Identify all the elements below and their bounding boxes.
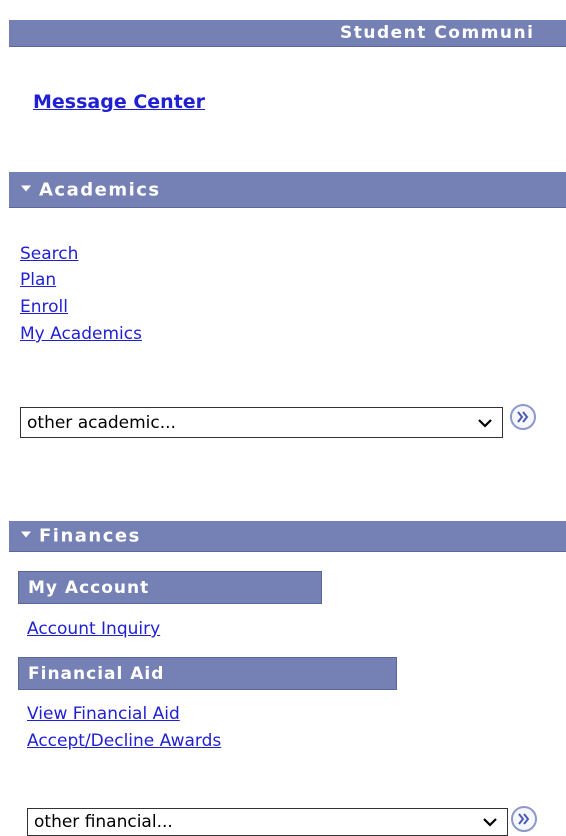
triangle-down-icon (21, 185, 31, 191)
chevron-down-icon (483, 812, 497, 832)
student-communication-header: Student Communi (9, 20, 566, 47)
other-academic-select[interactable]: other academic... (20, 407, 503, 438)
double-chevron-right-icon (517, 411, 529, 423)
my-account-header: My Account (18, 571, 322, 604)
financial-aid-header: Financial Aid (18, 657, 397, 690)
academics-link-search[interactable]: Search (20, 244, 78, 265)
double-chevron-right-icon (518, 813, 530, 825)
accept-decline-awards-link[interactable]: Accept/Decline Awards (27, 731, 221, 752)
header-title: Student Communi (340, 23, 535, 43)
academics-link-enroll[interactable]: Enroll (20, 297, 68, 318)
financial-aid-title: Financial Aid (28, 663, 165, 684)
account-inquiry-link[interactable]: Account Inquiry (27, 619, 160, 640)
message-center-link[interactable]: Message Center (33, 90, 205, 114)
other-academic-select-value: other academic... (27, 412, 176, 433)
other-financial-select-value: other financial... (34, 812, 173, 832)
academics-title: Academics (39, 179, 161, 200)
financial-go-button[interactable] (511, 806, 537, 832)
other-financial-select[interactable]: other financial... (27, 808, 508, 836)
my-account-title: My Account (28, 577, 150, 598)
academics-section-header[interactable]: Academics (9, 172, 566, 208)
view-financial-aid-link[interactable]: View Financial Aid (27, 704, 180, 725)
chevron-down-icon (478, 413, 492, 433)
finances-section-header[interactable]: Finances (9, 521, 566, 552)
academics-link-plan[interactable]: Plan (20, 270, 56, 291)
finances-title: Finances (39, 525, 141, 547)
academic-go-button[interactable] (510, 404, 536, 430)
triangle-down-icon (21, 531, 31, 538)
academics-link-my-academics[interactable]: My Academics (20, 324, 142, 345)
